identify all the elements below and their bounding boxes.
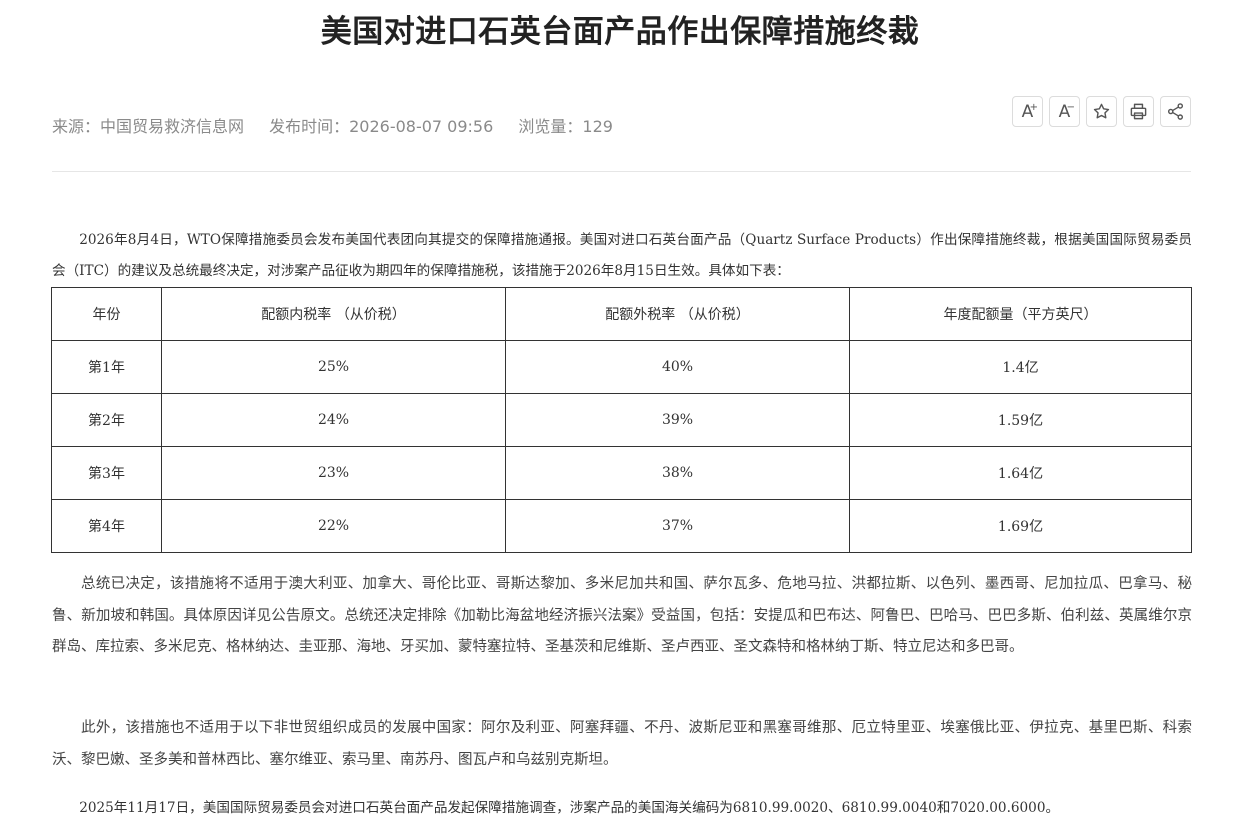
font-decrease-icon: A − — [1058, 101, 1075, 122]
table-cell-in-quota-rate: 25% — [161, 340, 506, 394]
table-cell-in-quota-rate: 23% — [161, 446, 506, 500]
table-cell-out-quota-rate: 39% — [505, 393, 850, 447]
table-header-cell: 年度配额量（平方英尺） — [849, 287, 1192, 341]
table-cell-quota-volume: 1.64亿 — [849, 446, 1192, 500]
table-cell-year: 第3年 — [51, 446, 162, 500]
font-increase-icon: A + — [1021, 101, 1038, 122]
table-cell-out-quota-rate: 37% — [505, 499, 850, 553]
table-cell-year: 第2年 — [51, 393, 162, 447]
investigation-history-paragraph: 2025年11月17日，美国国际贸易委员会对进口石英台面产品发起保障措施调查，涉… — [79, 800, 1060, 816]
table-cell-year: 第1年 — [51, 340, 162, 394]
article-published-time: 发布时间：2026-08-07 09:56 — [269, 117, 494, 136]
article-toolbar: A + A − — [1012, 96, 1191, 127]
table-cell-in-quota-rate: 24% — [161, 393, 506, 447]
article-source: 来源：中国贸易救济信息网 — [52, 117, 245, 136]
exclusions-paragraph: 总统已决定，该措施将不适用于澳大利亚、加拿大、哥伦比亚、哥斯达黎加、多米尼加共和… — [52, 576, 1192, 655]
font-increase-button[interactable]: A + — [1012, 96, 1043, 127]
table-row: 第3年 23% 38% 1.64亿 — [51, 446, 1192, 500]
table-cell-quota-volume: 1.4亿 — [849, 340, 1192, 394]
share-button[interactable] — [1160, 96, 1191, 127]
font-decrease-button[interactable]: A − — [1049, 96, 1080, 127]
table-cell-in-quota-rate: 22% — [161, 499, 506, 553]
safeguard-rate-table: 年份 配额内税率 （从价税） 配额外税率 （从价税） 年度配额量（平方英尺） 第… — [51, 287, 1192, 553]
meta-divider — [52, 171, 1191, 172]
table-row: 第4年 22% 37% 1.69亿 — [51, 499, 1192, 553]
table-header-row: 年份 配额内税率 （从价税） 配额外税率 （从价税） 年度配额量（平方英尺） — [51, 287, 1192, 341]
article-view-count: 浏览量：129 — [518, 117, 613, 136]
table-cell-quota-volume: 1.59亿 — [849, 393, 1192, 447]
table-cell-year: 第4年 — [51, 499, 162, 553]
table-header-cell: 配额外税率 （从价税） — [505, 287, 850, 341]
favorite-button[interactable] — [1086, 96, 1117, 127]
star-icon — [1093, 103, 1110, 119]
intro-paragraph: 2026年8月4日，WTO保障措施委员会发布美国代表团向其提交的保障措施通报。美… — [52, 232, 1192, 279]
table-row: 第1年 25% 40% 1.4亿 — [51, 340, 1192, 394]
table-row: 第2年 24% 39% 1.59亿 — [51, 393, 1192, 447]
table-header-cell: 配额内税率 （从价税） — [161, 287, 506, 341]
table-cell-quota-volume: 1.69亿 — [849, 499, 1192, 553]
article-title: 美国对进口石英台面产品作出保障措施终裁 — [320, 14, 920, 50]
table-header-cell: 年份 — [51, 287, 162, 341]
print-icon — [1130, 103, 1147, 120]
table-cell-out-quota-rate: 38% — [505, 446, 850, 500]
print-button[interactable] — [1123, 96, 1154, 127]
developing-countries-paragraph: 此外，该措施也不适用于以下非世贸组织成员的发展中国家：阿尔及利亚、阿塞拜疆、不丹… — [52, 720, 1192, 768]
share-icon — [1167, 103, 1184, 120]
table-cell-out-quota-rate: 40% — [505, 340, 850, 394]
article-meta: 来源：中国贸易救济信息网 发布时间：2026-08-07 09:56 浏览量：1… — [52, 113, 633, 137]
